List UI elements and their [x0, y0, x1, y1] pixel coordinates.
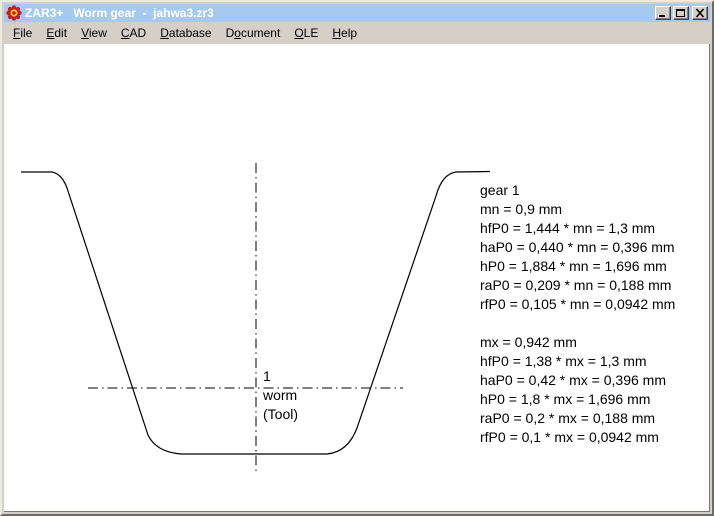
menu-item-view[interactable]: View — [74, 23, 114, 43]
menu-item-database[interactable]: Database — [153, 23, 218, 43]
gear-param-line: rfP0 = 0,105 * mn = 0,0942 mm — [480, 296, 675, 312]
menu-label-post: iew — [89, 26, 107, 40]
menu-item-edit[interactable]: Edit — [39, 23, 74, 43]
menu-label-post: cument — [241, 26, 280, 40]
menu-label-post: AD — [130, 26, 147, 40]
menu-label-post: LE — [304, 26, 319, 40]
gear-param-line: haP0 = 0,440 * mn = 0,396 mm — [480, 239, 675, 255]
title-bar[interactable]: ZAR3+ Worm gear - jahwa3.zr3 — [4, 4, 710, 22]
mx-param-line: hfP0 = 1,38 * mx = 1,3 mm — [480, 353, 647, 369]
maximize-icon — [675, 8, 687, 18]
close-icon — [694, 8, 706, 18]
minimize-icon — [657, 8, 669, 18]
mx-param-line: haP0 = 0,42 * mx = 0,396 mm — [480, 372, 666, 388]
mx-param-line: mx = 0,942 mm — [480, 334, 577, 350]
menu-label-mnemonic: D — [160, 26, 169, 40]
maximize-button[interactable] — [673, 6, 689, 20]
app-icon[interactable] — [6, 5, 22, 21]
window-controls — [655, 6, 708, 20]
menu-label-post: dit — [54, 26, 67, 40]
menu-label-post: atabase — [169, 26, 212, 40]
drawing-canvas: 1 worm (Tool) gear 1 mn = 0,9 mm hfP0 = … — [4, 44, 710, 512]
mx-param-line: hP0 = 1,8 * mx = 1,696 mm — [480, 391, 650, 407]
menu-label-mnemonic: C — [121, 26, 130, 40]
menu-label-post: ile — [20, 26, 32, 40]
gear-param-line: gear 1 — [480, 182, 520, 198]
menu-label-mnemonic: O — [294, 26, 303, 40]
gear-param-line: hP0 = 1,884 * mn = 1,696 mm — [480, 258, 667, 274]
menu-label-mnemonic: H — [332, 26, 341, 40]
minimize-button[interactable] — [655, 6, 671, 20]
gear-param-line: hfP0 = 1,444 * mn = 1,3 mm — [480, 220, 655, 236]
worm-label: worm — [262, 387, 297, 403]
menu-label-mnemonic: V — [81, 26, 89, 40]
menu-label-mnemonic: o — [234, 26, 241, 40]
gear-param-line: mn = 0,9 mm — [480, 201, 562, 217]
worm-gear-drawing: 1 worm (Tool) gear 1 mn = 0,9 mm hfP0 = … — [4, 44, 710, 512]
window-title: ZAR3+ Worm gear - jahwa3.zr3 — [25, 4, 655, 22]
menu-bar: File Edit View CAD Database Document OLE… — [4, 22, 710, 44]
menu-item-file[interactable]: File — [6, 23, 39, 43]
menu-item-ole[interactable]: OLE — [287, 23, 325, 43]
menu-label-post: elp — [341, 26, 357, 40]
app-window: ZAR3+ Worm gear - jahwa3.zr3 File Edit V… — [0, 0, 714, 516]
menu-item-help[interactable]: Help — [325, 23, 364, 43]
menu-item-document[interactable]: Document — [219, 23, 288, 43]
tool-label: (Tool) — [263, 406, 298, 422]
mx-param-line: rfP0 = 0,1 * mx = 0,0942 mm — [480, 429, 659, 445]
tooth-number-label: 1 — [263, 368, 271, 384]
mx-param-line: raP0 = 0,2 * mx = 0,188 mm — [480, 410, 655, 426]
menu-item-cad[interactable]: CAD — [114, 23, 153, 43]
gear-param-line: raP0 = 0,209 * mn = 0,188 mm — [480, 277, 671, 293]
menu-label-pre: D — [226, 26, 235, 40]
close-button[interactable] — [692, 6, 708, 20]
